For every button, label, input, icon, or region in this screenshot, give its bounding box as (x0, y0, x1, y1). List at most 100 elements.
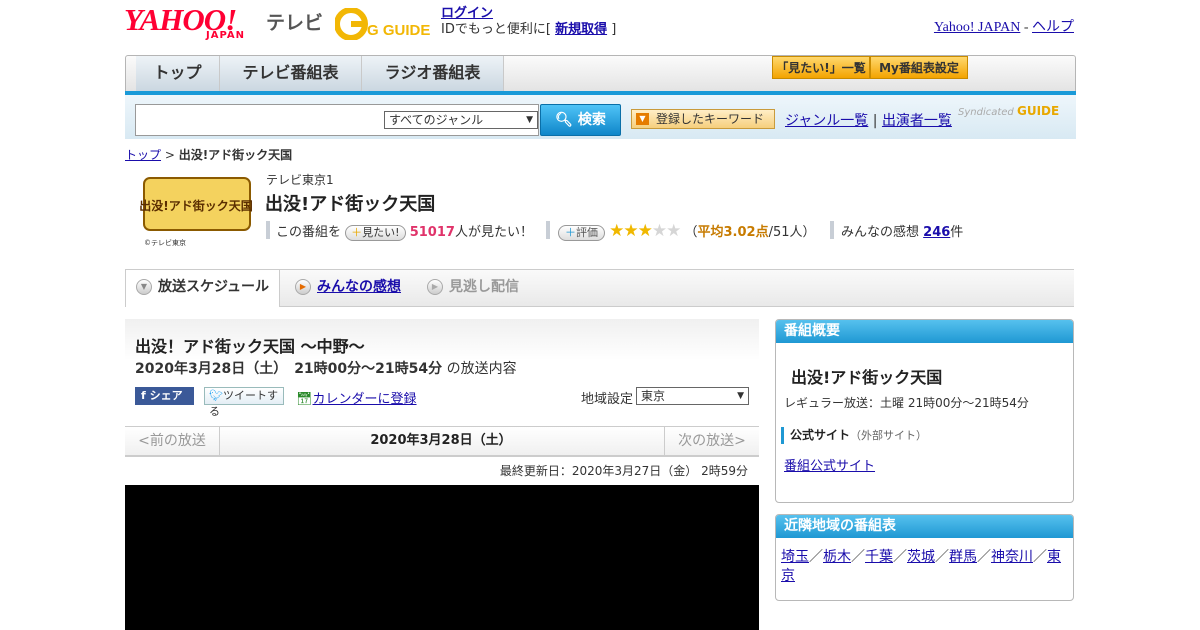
search-links: ジャンル一覧 | 出演者一覧 (785, 110, 952, 130)
tab-schedule-label: 放送スケジュール (158, 279, 270, 295)
calendar-plus-icon: 📅︎ (296, 392, 313, 407)
region-link-chiba[interactable]: 千葉 (865, 549, 893, 565)
tab-schedule[interactable]: ▼ 放送スケジュール (125, 270, 280, 307)
chevron-down-icon: ▼ (136, 279, 152, 295)
plus-icon: ＋ (565, 226, 576, 239)
region-select[interactable]: 東京 ▼ (636, 387, 749, 405)
mitai-stat: この番組を ＋見たい! 51017人が見たい！ (276, 221, 533, 241)
registered-keyword-label: 登録したキーワード (656, 112, 765, 126)
top-link-sep: - (1020, 20, 1032, 35)
region-sep: ／ (1033, 549, 1047, 565)
register-link[interactable]: 新規取得 (555, 22, 607, 37)
link-divider: | (872, 113, 878, 129)
program-overview-box: 番組概要 (775, 319, 1074, 503)
registered-keyword-button[interactable]: ▼ 登録したキーワード (631, 109, 775, 129)
search-icon: 🔍︎ (555, 112, 573, 128)
region-sep: ／ (809, 549, 823, 565)
genre-select[interactable]: すべてのジャンル ▼ (384, 111, 538, 129)
region-link-gunma[interactable]: 群馬 (949, 549, 977, 565)
rate-button[interactable]: ＋評価 (558, 225, 605, 241)
mitai-list-button[interactable]: 「見たい!」一覧 (772, 56, 870, 79)
nav-tab-tv-schedule[interactable]: テレビ番組表 (220, 56, 362, 92)
official-site-label: 公式サイト (790, 428, 851, 442)
region-select-value: 東京 (641, 389, 666, 403)
calendar-register: 📅︎カレンダーに登録 (296, 388, 417, 407)
yahoo-japan-link[interactable]: Yahoo! JAPAN (934, 20, 1020, 35)
stat-divider (830, 221, 834, 239)
chevron-right-icon: ▶ (295, 279, 311, 295)
next-broadcast-link[interactable]: 次の放送> (664, 427, 759, 455)
genre-list-link[interactable]: ジャンル一覧 (785, 113, 868, 129)
region-sep: ／ (851, 549, 865, 565)
yahoo-japan-logo[interactable]: YAHOO! JAPAN (124, 4, 264, 41)
nearby-region-list: 埼玉／栃木／千葉／茨城／群馬／神奈川／東京 (781, 548, 1069, 586)
triangle-down-icon: ▼ (636, 113, 649, 125)
rate-button-label: 評価 (576, 226, 598, 239)
region-sep: ／ (935, 549, 949, 565)
twitter-bird-icon: 🐦︎ (209, 389, 223, 402)
kansou-stat: みんなの感想 246件 (841, 221, 963, 240)
region-link-ibaraki[interactable]: 茨城 (907, 549, 935, 565)
region-link-tochigi[interactable]: 栃木 (823, 549, 851, 565)
tweet-button[interactable]: 🐦︎ツイートする (204, 387, 284, 418)
overview-title: 出没!アド街ック天国 (791, 368, 943, 387)
breadcrumb-top-link[interactable]: トップ (125, 148, 161, 162)
mitai-button-label: 見たい! (362, 226, 400, 239)
nav-tab-top[interactable]: トップ (136, 56, 220, 92)
program-title: 出没!アド街ック天国 (265, 194, 436, 215)
facebook-share-button[interactable]: f シェア (135, 387, 194, 405)
search-button-label: 検索 (577, 112, 606, 128)
my-schedule-button[interactable]: My番組表設定 (870, 56, 968, 79)
genre-select-value: すべてのジャンル (389, 113, 484, 127)
login-link[interactable]: ログイン (441, 6, 493, 21)
calendar-register-link[interactable]: カレンダーに登録 (313, 392, 417, 407)
kansou-count-link[interactable]: 246 (923, 225, 950, 240)
broadcast-date-nav: <前の放送 2020年3月28日（土） 次の放送> (125, 426, 759, 457)
program-logo-copyright: ©テレビ東京 (144, 238, 186, 247)
current-broadcast-date: 2020年3月28日（土） (370, 433, 512, 448)
gguide-logo-text: G GUIDE (367, 22, 430, 39)
region-link-saitama[interactable]: 埼玉 (781, 549, 809, 565)
syndicated-gguide-logo: Syndicated GUIDE (958, 104, 1059, 118)
star-filled-icon: ★★★ (609, 221, 653, 241)
rating-stat: ＋評価 ★★★★★ （平均3.02点/51人） (558, 221, 816, 241)
mitai-count: 51017 (409, 225, 455, 240)
program-stats: この番組を ＋見たい! 51017人が見たい！ ＋評価 ★★★★★ （平均3.0… (266, 221, 976, 241)
performer-list-link[interactable]: 出演者一覧 (882, 113, 952, 129)
channel-name: テレビ東京1 (266, 173, 334, 187)
video-player[interactable] (125, 485, 759, 630)
average-score: 平均3.02点 (697, 225, 769, 240)
overview-regular-broadcast: レギュラー放送：土曜 21時00分～21時54分 (784, 396, 1029, 410)
gguide-logo[interactable]: G GUIDE (334, 7, 435, 41)
kansou-post: 件 (950, 225, 964, 240)
top-links: Yahoo! JAPAN - ヘルプ (934, 16, 1074, 36)
breadcrumb: トップ > 出没!アド街ック天国 (125, 146, 292, 163)
search-button[interactable]: 🔍︎ 検索 (540, 104, 621, 136)
facebook-share-label: シェア (149, 389, 183, 402)
plus-icon: ＋ (351, 226, 363, 239)
tab-minogashi-label: 見逃し配信 (449, 279, 519, 295)
prev-broadcast-link[interactable]: <前の放送 (125, 427, 220, 455)
tv-logo-label[interactable]: テレビ (266, 8, 323, 35)
breadcrumb-current: 出没!アド街ック天国 (178, 148, 293, 162)
region-link-kanagawa[interactable]: 神奈川 (991, 549, 1033, 565)
episode-date: 2020年3月28日（土） 21時00分～21時54分 (135, 361, 443, 377)
login-text-pre: IDでもっと便利に[ (441, 22, 556, 37)
mitai-post: 人が見たい！ (454, 225, 533, 240)
nav-tab-radio-schedule[interactable]: ラジオ番組表 (362, 56, 504, 92)
official-site-link[interactable]: 番組公式サイト (784, 455, 875, 474)
facebook-icon: f (141, 389, 146, 402)
program-tabs: ▼ 放送スケジュール ▶ みんなの感想 ▶ 見逃し配信 (125, 269, 1074, 307)
region-sep: ／ (893, 549, 907, 565)
episode-title: 出没！アド街ック天国 ～中野～ (135, 337, 365, 356)
star-rating: ★★★★★ (609, 221, 681, 241)
mitai-button[interactable]: ＋見たい! (345, 225, 406, 241)
program-logo: 出没!アド街ック天国 ©テレビ東京 (139, 170, 253, 248)
official-site-note: （外部サイト） (850, 429, 928, 442)
tab-kansou[interactable]: ▶ みんなの感想 (295, 270, 401, 306)
help-link[interactable]: ヘルプ (1032, 20, 1074, 35)
dropdown-arrow-icon: ▼ (737, 391, 744, 401)
gguide-logo-icon: G GUIDE (334, 7, 430, 41)
tab-minogashi[interactable]: ▶ 見逃し配信 (427, 270, 519, 306)
program-logo-text: 出没!アド街ック天国 (140, 198, 252, 213)
